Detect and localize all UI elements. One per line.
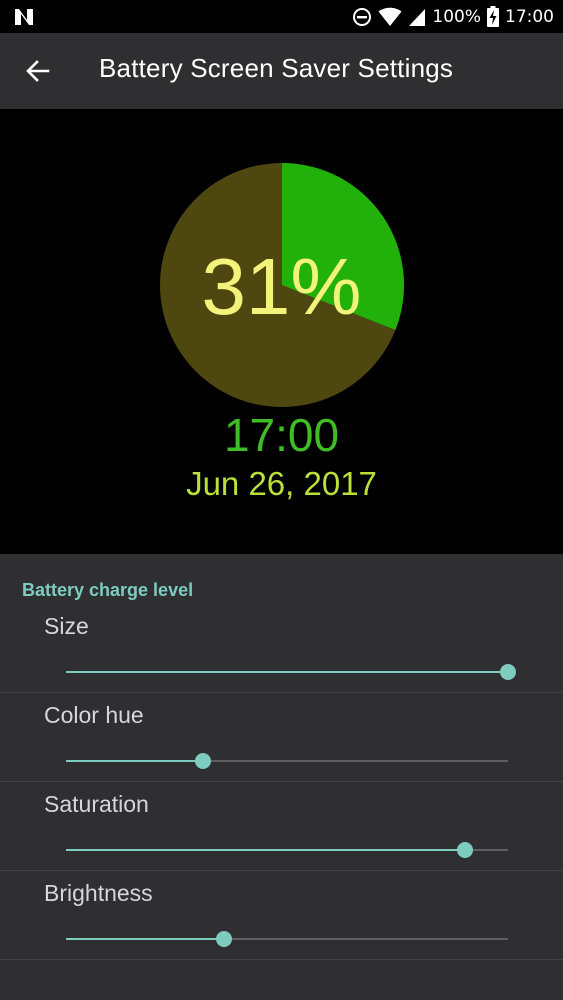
slider-thumb[interactable] bbox=[500, 664, 516, 680]
wifi-icon bbox=[378, 7, 402, 26]
brightness-slider[interactable] bbox=[66, 930, 508, 950]
slider-thumb[interactable] bbox=[195, 753, 211, 769]
slider-fill bbox=[66, 849, 465, 851]
pref-size[interactable]: Size bbox=[0, 603, 563, 693]
page-title: Battery Screen Saver Settings bbox=[99, 53, 454, 83]
slider-fill bbox=[66, 671, 508, 673]
status-bar: 100% 17:00 bbox=[0, 0, 563, 33]
battery-charging-icon bbox=[487, 6, 499, 27]
slider-thumb[interactable] bbox=[457, 842, 473, 858]
preview-date: Jun 26, 2017 bbox=[186, 465, 377, 502]
screen: 100% 17:00 Battery Screen Saver Settings… bbox=[0, 0, 563, 1000]
screensaver-preview: 31% 17:00 Jun 26, 2017 bbox=[0, 109, 563, 554]
toolbar: Battery Screen Saver Settings bbox=[0, 33, 563, 109]
pref-label: Saturation bbox=[44, 791, 149, 817]
pref-brightness[interactable]: Brightness bbox=[0, 870, 563, 960]
battery-percent-label: 31% bbox=[201, 242, 362, 331]
color-hue-slider[interactable] bbox=[66, 752, 508, 772]
do-not-disturb-icon bbox=[353, 7, 372, 26]
saturation-slider[interactable] bbox=[66, 841, 508, 861]
preview-time: 17:00 bbox=[223, 409, 340, 461]
battery-percent: 100% bbox=[432, 6, 481, 27]
back-button[interactable] bbox=[18, 51, 58, 91]
arrow-left-icon bbox=[26, 60, 50, 82]
section-header: Battery charge level bbox=[22, 580, 194, 600]
settings-list: Battery charge level Size Color hue Satu… bbox=[0, 554, 563, 1000]
slider-fill bbox=[66, 760, 203, 762]
pref-label: Size bbox=[44, 613, 89, 639]
pref-label: Color hue bbox=[44, 702, 144, 728]
pref-color-hue[interactable]: Color hue bbox=[0, 692, 563, 782]
pref-label: Brightness bbox=[44, 880, 153, 906]
status-icons: 100% 17:00 bbox=[352, 0, 554, 33]
slider-fill bbox=[66, 938, 224, 940]
pref-saturation[interactable]: Saturation bbox=[0, 781, 563, 871]
status-time: 17:00 bbox=[505, 6, 554, 27]
notification-n-icon bbox=[15, 9, 33, 25]
slider-thumb[interactable] bbox=[216, 931, 232, 947]
cell-signal-icon bbox=[409, 8, 426, 26]
size-slider[interactable] bbox=[66, 663, 516, 683]
